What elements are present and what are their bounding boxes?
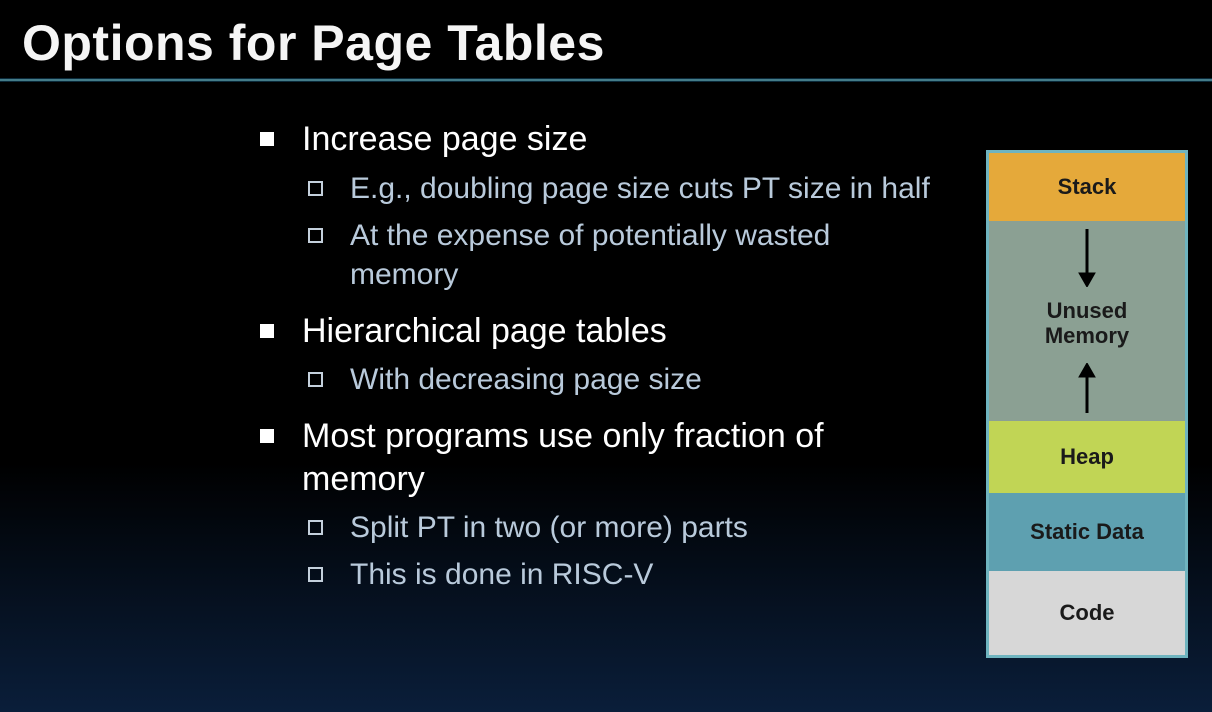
bullet-content: Increase page size E.g., doubling page s… bbox=[260, 110, 940, 594]
subbullet-split: Split PT in two (or more) parts bbox=[260, 508, 940, 547]
mem-unused: Unused Memory bbox=[989, 221, 1185, 421]
subbullet-decreasing: With decreasing page size bbox=[260, 360, 940, 399]
slide-title: Options for Page Tables bbox=[0, 0, 1212, 72]
bullet-hierarchical: Hierarchical page tables bbox=[260, 310, 940, 353]
subbullet-doubling: E.g., doubling page size cuts PT size in… bbox=[260, 169, 940, 208]
subbullet-riscv: This is done in RISC-V bbox=[260, 555, 940, 594]
mem-stack: Stack bbox=[989, 153, 1185, 221]
title-rule bbox=[0, 78, 1212, 82]
mem-unused-line2: Memory bbox=[1045, 323, 1129, 348]
mem-static: Static Data bbox=[989, 493, 1185, 571]
subbullet-expense: At the expense of potentially wasted mem… bbox=[260, 216, 940, 294]
mem-code: Code bbox=[989, 571, 1185, 655]
mem-heap: Heap bbox=[989, 421, 1185, 493]
bullet-fraction: Most programs use only fraction of memor… bbox=[260, 415, 940, 500]
slide: Options for Page Tables Increase page si… bbox=[0, 0, 1212, 712]
mem-unused-line1: Unused bbox=[1047, 298, 1128, 323]
arrow-down-icon bbox=[1076, 227, 1098, 287]
bullet-increase-page-size: Increase page size bbox=[260, 118, 940, 161]
arrow-up-icon bbox=[1076, 363, 1098, 415]
memory-layout-diagram: Stack Unused Memory Heap Static Data Cod… bbox=[986, 150, 1188, 658]
